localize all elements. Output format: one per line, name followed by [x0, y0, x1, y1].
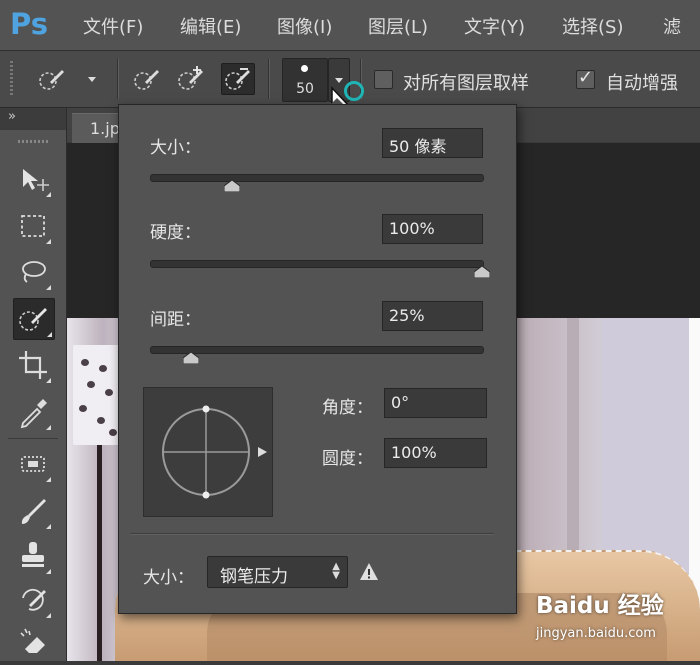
- brush-size-preview[interactable]: 50: [282, 58, 328, 102]
- crop-tool[interactable]: [13, 345, 53, 385]
- hardness-slider[interactable]: [150, 260, 484, 268]
- lasso-tool[interactable]: [13, 252, 53, 292]
- watermark: Baidu 经验 jingyan.baidu.com: [530, 582, 700, 661]
- auto-enhance-checkbox[interactable]: [576, 67, 595, 89]
- sample-all-layers-label: 对所有图层取样: [403, 73, 529, 94]
- spacing-slider[interactable]: [150, 346, 484, 354]
- hardness-slider-thumb[interactable]: [474, 266, 490, 278]
- auto-enhance-label: 自动增强: [606, 73, 678, 94]
- clone-stamp-tool[interactable]: [13, 536, 53, 576]
- tools-panel: »: [0, 108, 67, 661]
- menu-image[interactable]: 图像(I): [277, 13, 332, 39]
- tools-panel-grip[interactable]: [18, 140, 50, 143]
- menu-bar: Ps 文件(F) 编辑(E) 图像(I) 图层(L) 文字(Y) 选择(S) 滤: [0, 0, 700, 51]
- options-bar-grip[interactable]: [10, 61, 13, 97]
- menu-select[interactable]: 选择(S): [562, 13, 623, 39]
- popover-divider: [130, 533, 494, 535]
- size-label: 大小：: [150, 138, 201, 158]
- chevron-down-icon[interactable]: [88, 77, 96, 82]
- subtract-selection-mode[interactable]: [221, 63, 255, 95]
- move-tool[interactable]: [13, 159, 53, 199]
- hardness-label: 硬度：: [150, 223, 201, 243]
- size-control-select[interactable]: 钢笔压力 ▲ ▼: [207, 556, 348, 588]
- new-selection-mode[interactable]: [131, 64, 163, 94]
- menu-file[interactable]: 文件(F): [83, 13, 143, 39]
- quick-selection-icon: [39, 70, 64, 90]
- menu-layer[interactable]: 图层(L): [368, 13, 428, 39]
- eraser-tool[interactable]: [13, 621, 53, 661]
- history-brush-tool[interactable]: [13, 580, 53, 620]
- size-slider-thumb[interactable]: [224, 180, 240, 192]
- spot-healing-tool[interactable]: [13, 444, 53, 484]
- brush-tip-icon: [301, 65, 308, 72]
- sample-all-layers-checkbox[interactable]: [374, 70, 393, 89]
- brush-angle-icon: [162, 405, 267, 499]
- angle-roundness-widget[interactable]: [143, 387, 273, 517]
- watermark-logo: Baidu 经验: [536, 593, 664, 619]
- menu-type[interactable]: 文字(Y): [464, 13, 525, 39]
- chevron-down-icon: [335, 78, 343, 83]
- lamp-shade: [73, 345, 119, 445]
- hardness-field[interactable]: 100%: [382, 214, 483, 244]
- spacing-label: 间距：: [150, 310, 201, 330]
- eraser-icon: [20, 628, 45, 653]
- app-logo: Ps: [10, 7, 49, 41]
- angle-label: 角度：: [322, 398, 373, 418]
- spacing-slider-thumb[interactable]: [183, 352, 199, 364]
- menu-filter[interactable]: 滤: [663, 13, 681, 39]
- new-selection-icon: [134, 70, 159, 90]
- brush-size-number: 50: [296, 81, 314, 97]
- menu-edit[interactable]: 编辑(E): [180, 13, 241, 39]
- size-control-label: 大小：: [143, 568, 194, 588]
- size-field[interactable]: 50 像素: [382, 128, 483, 158]
- eyedropper-tool[interactable]: [13, 392, 53, 432]
- size-control-value: 钢笔压力: [220, 567, 288, 587]
- document-tab-label: 1.jp: [90, 119, 120, 138]
- tools-panel-header[interactable]: »: [0, 108, 66, 130]
- quick-selection-tool[interactable]: [13, 298, 55, 340]
- watermark-url: jingyan.baidu.com: [536, 626, 656, 641]
- warning-icon: [360, 563, 378, 580]
- marquee-tool[interactable]: [13, 206, 53, 246]
- roundness-label: 圆度：: [322, 449, 373, 469]
- spacing-field[interactable]: 25%: [382, 301, 483, 331]
- roundness-field[interactable]: 100%: [384, 438, 487, 468]
- add-selection-icon: [178, 66, 203, 90]
- subtract-selection-icon: [225, 68, 250, 90]
- collapse-panel-icon[interactable]: »: [8, 109, 16, 124]
- tool-preset-picker[interactable]: [36, 64, 68, 94]
- updown-arrows-icon: ▲ ▼: [332, 561, 340, 581]
- brush-tool[interactable]: [13, 491, 53, 531]
- size-slider[interactable]: [150, 174, 484, 182]
- angle-field[interactable]: 0°: [384, 388, 487, 418]
- add-to-selection-mode[interactable]: [175, 64, 207, 94]
